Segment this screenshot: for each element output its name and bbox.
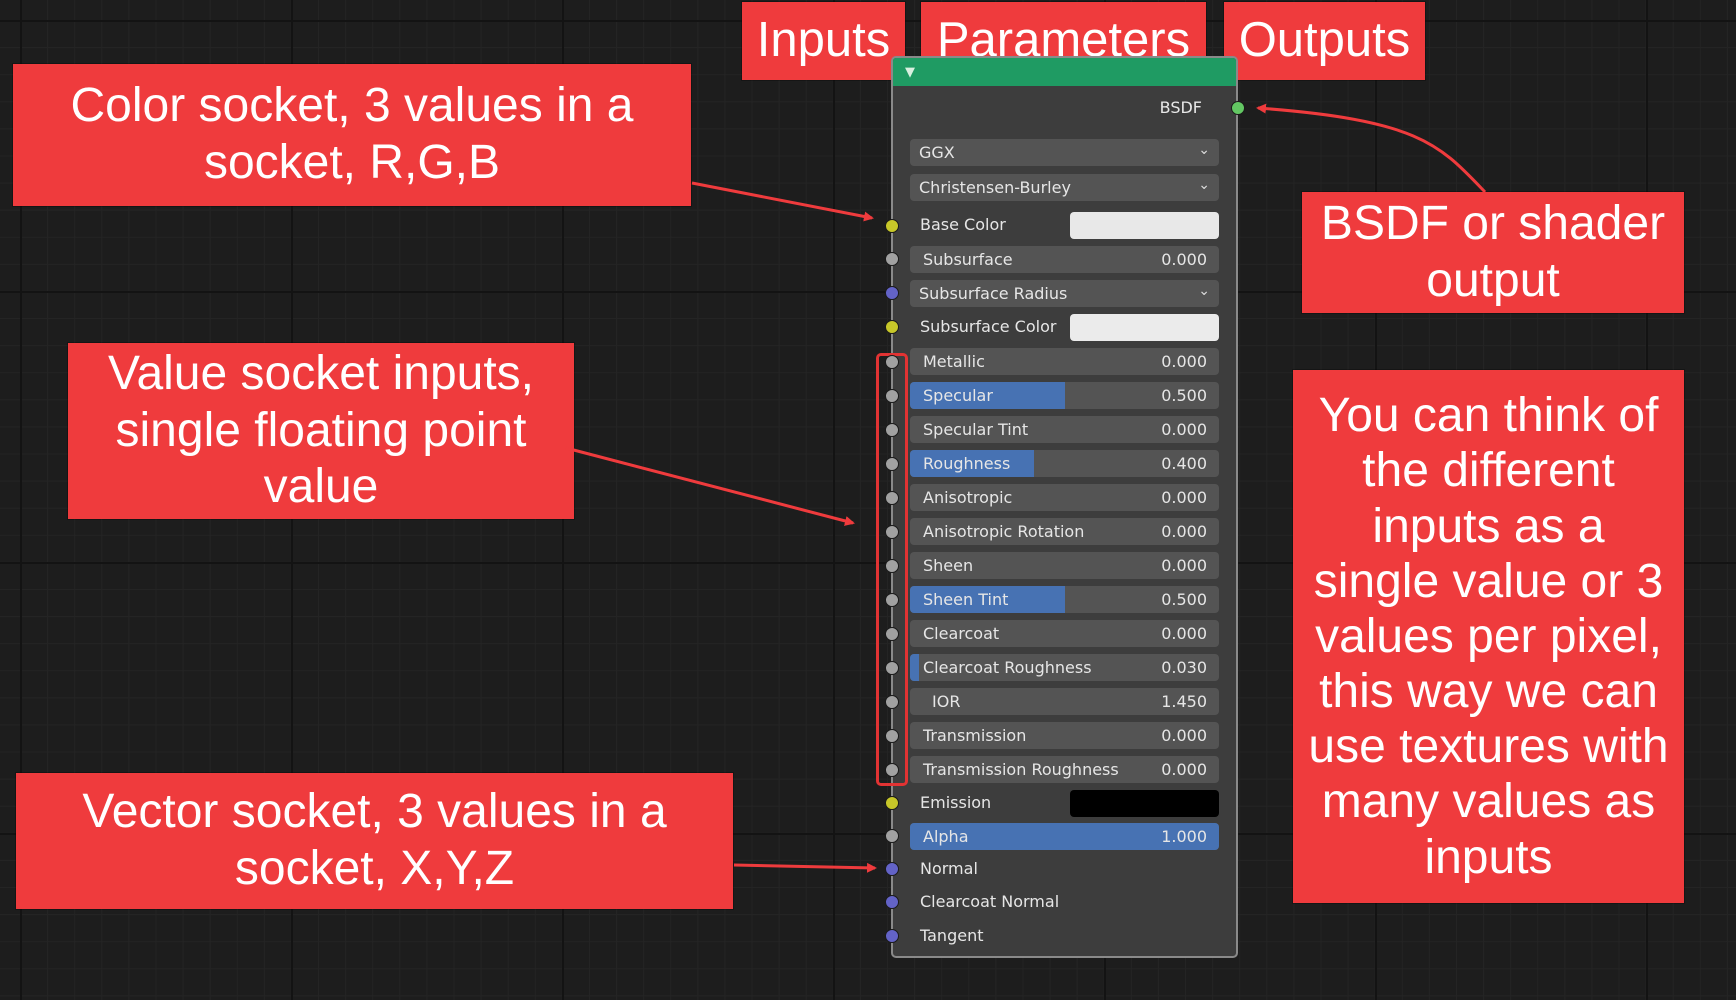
color-socket-arrow (691, 181, 874, 222)
value-socket-arrow (565, 446, 855, 526)
bsdf-output-arrow (1256, 103, 1487, 194)
vector-socket-arrow (733, 862, 877, 873)
callout-arrows (565, 103, 1487, 873)
